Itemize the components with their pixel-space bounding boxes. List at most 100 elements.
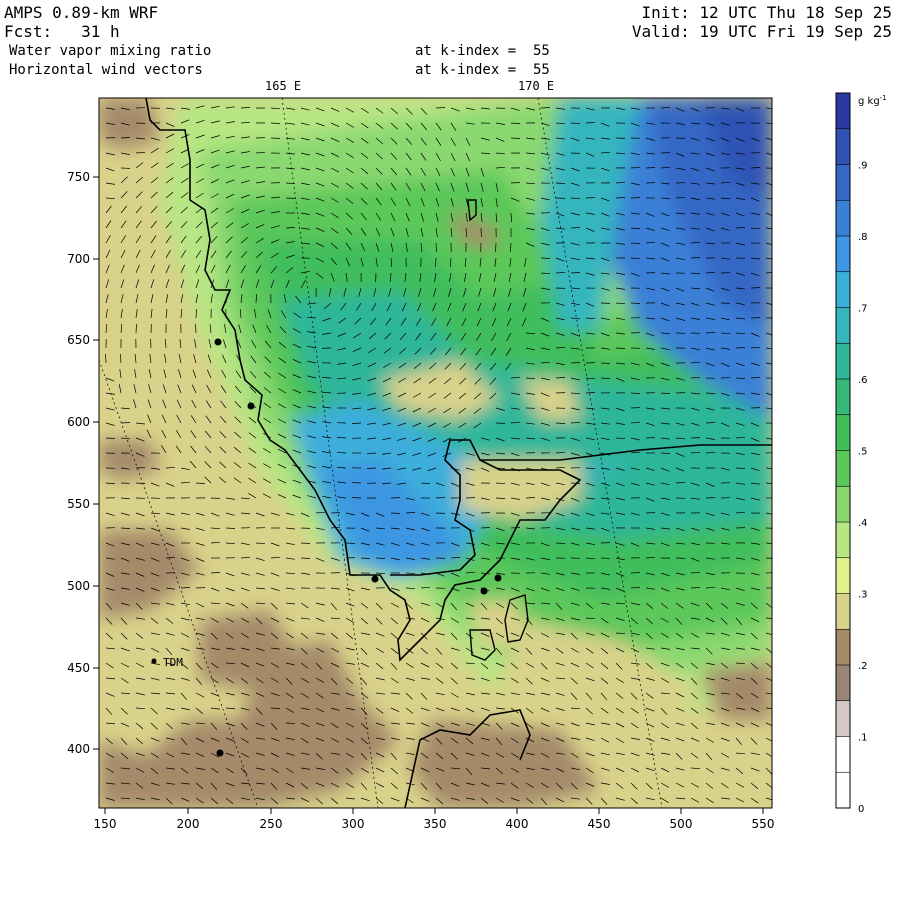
wind-vector xyxy=(195,308,197,319)
y-tick-label: 650 xyxy=(67,333,90,347)
colorbar-swatch xyxy=(836,665,850,702)
colorbar-swatch xyxy=(836,93,850,130)
colorbar-swatch xyxy=(836,379,850,416)
x-tick-label: 200 xyxy=(177,817,200,831)
wind-vector xyxy=(435,107,446,109)
wind-vector xyxy=(510,527,521,529)
station-marker xyxy=(494,574,502,582)
station-tdm-label: TDM xyxy=(163,656,183,669)
x-tick-label: 250 xyxy=(260,817,283,831)
map-figure: TDM 165 E 170 E 150 200 250 300 350 400 450 500… xyxy=(67,79,887,831)
wind-vector xyxy=(300,542,311,544)
wind-vector xyxy=(690,587,701,589)
wind-vector xyxy=(120,422,131,424)
x-tick-label: 350 xyxy=(424,817,447,831)
colorbar-swatch xyxy=(836,236,850,273)
wind-vector xyxy=(630,197,641,199)
wind-vector xyxy=(555,542,566,544)
colorbar-swatch xyxy=(836,486,850,523)
wind-vector xyxy=(600,362,611,364)
colorbar-swatch xyxy=(836,593,850,630)
x-axis: 150 200 250 300 350 400 450 500 550 xyxy=(94,808,775,831)
y-tick-label: 550 xyxy=(67,497,90,511)
x-tick-label: 400 xyxy=(506,817,529,831)
wind-vector xyxy=(660,452,671,454)
wind-vector xyxy=(195,323,197,334)
colorbar-swatch xyxy=(836,200,850,237)
wind-vector xyxy=(480,527,491,529)
wind-vector xyxy=(645,167,656,169)
wind-vector xyxy=(540,257,551,259)
wind-vector xyxy=(435,242,437,253)
meridian-label-170e: 170 E xyxy=(518,79,554,93)
colorbar-label: .2 xyxy=(858,661,868,672)
y-axis: 750 700 650 600 550 500 450 400 xyxy=(67,170,99,756)
wind-vector xyxy=(351,497,362,499)
wind-vector xyxy=(180,587,191,589)
wind-vector xyxy=(585,122,596,124)
x-tick-label: 300 xyxy=(342,817,365,831)
wind-vector xyxy=(705,497,716,499)
wind-vector xyxy=(300,557,311,559)
colorbar-label: .4 xyxy=(858,518,868,529)
colorbar-label: .7 xyxy=(858,304,868,315)
wind-vector xyxy=(585,197,596,199)
colorbar-label: 0 xyxy=(858,804,864,815)
y-tick-label: 450 xyxy=(67,661,90,675)
colorbar-swatch xyxy=(836,772,850,809)
y-tick-label: 500 xyxy=(67,579,90,593)
wind-vector xyxy=(585,392,596,394)
station-marker xyxy=(216,749,224,757)
wind-vector xyxy=(705,422,716,424)
wind-vector xyxy=(366,467,377,469)
wind-vector xyxy=(435,497,446,499)
wind-vector xyxy=(135,323,137,334)
colorbar-label: .1 xyxy=(858,733,868,744)
wind-vector xyxy=(510,182,521,184)
wind-vector xyxy=(555,182,566,184)
colorbar-label: .9 xyxy=(858,161,868,172)
colorbar-swatch xyxy=(836,700,850,737)
x-tick-label: 450 xyxy=(588,817,611,831)
wind-vector xyxy=(345,542,356,544)
wind-vector xyxy=(525,497,536,499)
station-marker xyxy=(371,575,379,583)
colorbar-swatch xyxy=(836,450,850,487)
colorbar-unit: g kg-1 xyxy=(858,94,887,107)
moisture-field: TDM xyxy=(99,98,772,808)
wind-vector xyxy=(660,197,671,199)
wind-vector xyxy=(375,557,386,559)
colorbar-swatch xyxy=(836,522,850,559)
colorbar-swatch xyxy=(836,343,850,380)
colorbar-label: .6 xyxy=(858,375,868,386)
wind-vector xyxy=(735,467,746,469)
wind-vector xyxy=(105,437,116,439)
y-tick-label: 750 xyxy=(67,170,90,184)
meridian-label-165e: 165 E xyxy=(265,79,301,93)
y-tick-label: 400 xyxy=(67,742,90,756)
wind-vector xyxy=(225,527,236,529)
colorbar: .9 .8 .7 .6 .5 .4 .3 .2 .1 0 xyxy=(835,92,868,815)
colorbar-label: .8 xyxy=(858,232,868,243)
wind-vector xyxy=(600,377,611,379)
colorbar-label: .3 xyxy=(858,590,868,601)
x-tick-label: 150 xyxy=(94,817,117,831)
colorbar-swatch xyxy=(836,414,850,451)
station-tdm-marker xyxy=(151,658,157,664)
y-tick-label: 600 xyxy=(67,415,90,429)
wind-vector xyxy=(615,197,626,199)
x-tick-label: 550 xyxy=(752,817,775,831)
x-tick-label: 500 xyxy=(670,817,693,831)
colorbar-swatch xyxy=(836,557,850,594)
wind-vector xyxy=(570,227,581,229)
wind-vector xyxy=(690,257,701,259)
station-marker xyxy=(214,338,222,346)
colorbar-swatch xyxy=(836,271,850,308)
y-tick-label: 700 xyxy=(67,252,90,266)
colorbar-swatch xyxy=(836,128,850,165)
station-marker xyxy=(480,587,488,595)
colorbar-swatch xyxy=(836,307,850,344)
wind-vector xyxy=(435,257,437,268)
wind-vector xyxy=(495,467,506,469)
wind-vector xyxy=(540,107,551,109)
